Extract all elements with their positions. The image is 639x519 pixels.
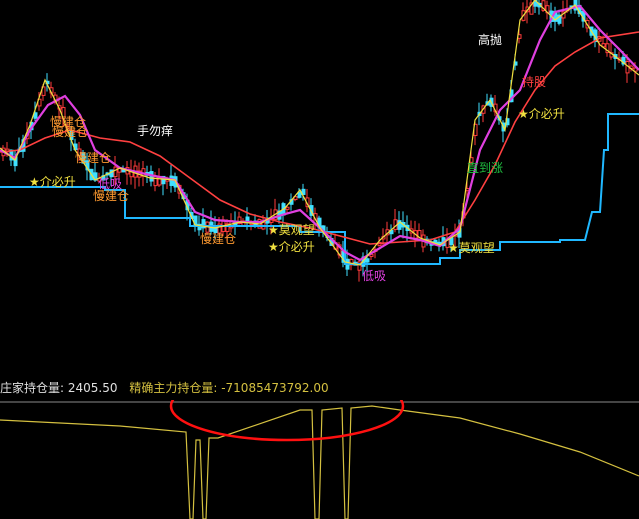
candle-body (297, 191, 302, 198)
candle-body (365, 258, 370, 263)
signal-annotations: 慢建仓 慢建仓 手勿痒 慢建仓 ★介必升 低吸 慢建仓 慢建仓 ★莫观望 ★介必… (29, 32, 565, 283)
annotation-label: ★莫观望 (268, 223, 315, 237)
indicator-chart (0, 400, 639, 519)
precise-holding-value: -71085473792.00 (221, 381, 329, 395)
candle-body (285, 206, 290, 210)
candle-body (169, 175, 174, 186)
candle-body (113, 166, 118, 178)
red-moving-average (0, 31, 639, 245)
holding-value: 2405.50 (67, 381, 118, 395)
annotation-label: 低吸 (362, 269, 386, 283)
precise-holding-label: 精确主力持仓量: (129, 381, 218, 395)
candlestick-chart: 慢建仓 慢建仓 手勿痒 慢建仓 ★介必升 低吸 慢建仓 慢建仓 ★莫观望 ★介必… (0, 0, 639, 283)
annotation-label: 慢建仓 (52, 125, 88, 139)
indicator-info-bar: 庄家持仓量: 2405.50 精确主力持仓量: -71085473792.00 (0, 378, 639, 398)
annotation-label: 慢建仓 (75, 151, 111, 165)
holding-indicator-line (0, 405, 639, 519)
annotation-label: 慢建仓 (200, 232, 236, 246)
annotation-label: 持股 (522, 74, 546, 89)
annotation-label: 直到涨 (467, 160, 503, 175)
candle-body (33, 112, 38, 119)
annotation-label: ★介必升 (518, 107, 565, 121)
holding-label: 庄家持仓量: (0, 381, 65, 395)
candlesticks (1, 0, 638, 282)
annotation-label: 手勿痒 (137, 123, 173, 138)
annotation-label: 高抛 (478, 32, 502, 47)
annotation-label: 慢建仓 (93, 189, 129, 203)
annotation-label: ★介必升 (29, 175, 76, 189)
annotation-label: ★介必升 (268, 240, 315, 254)
annotation-label: ★莫观望 (448, 241, 495, 255)
